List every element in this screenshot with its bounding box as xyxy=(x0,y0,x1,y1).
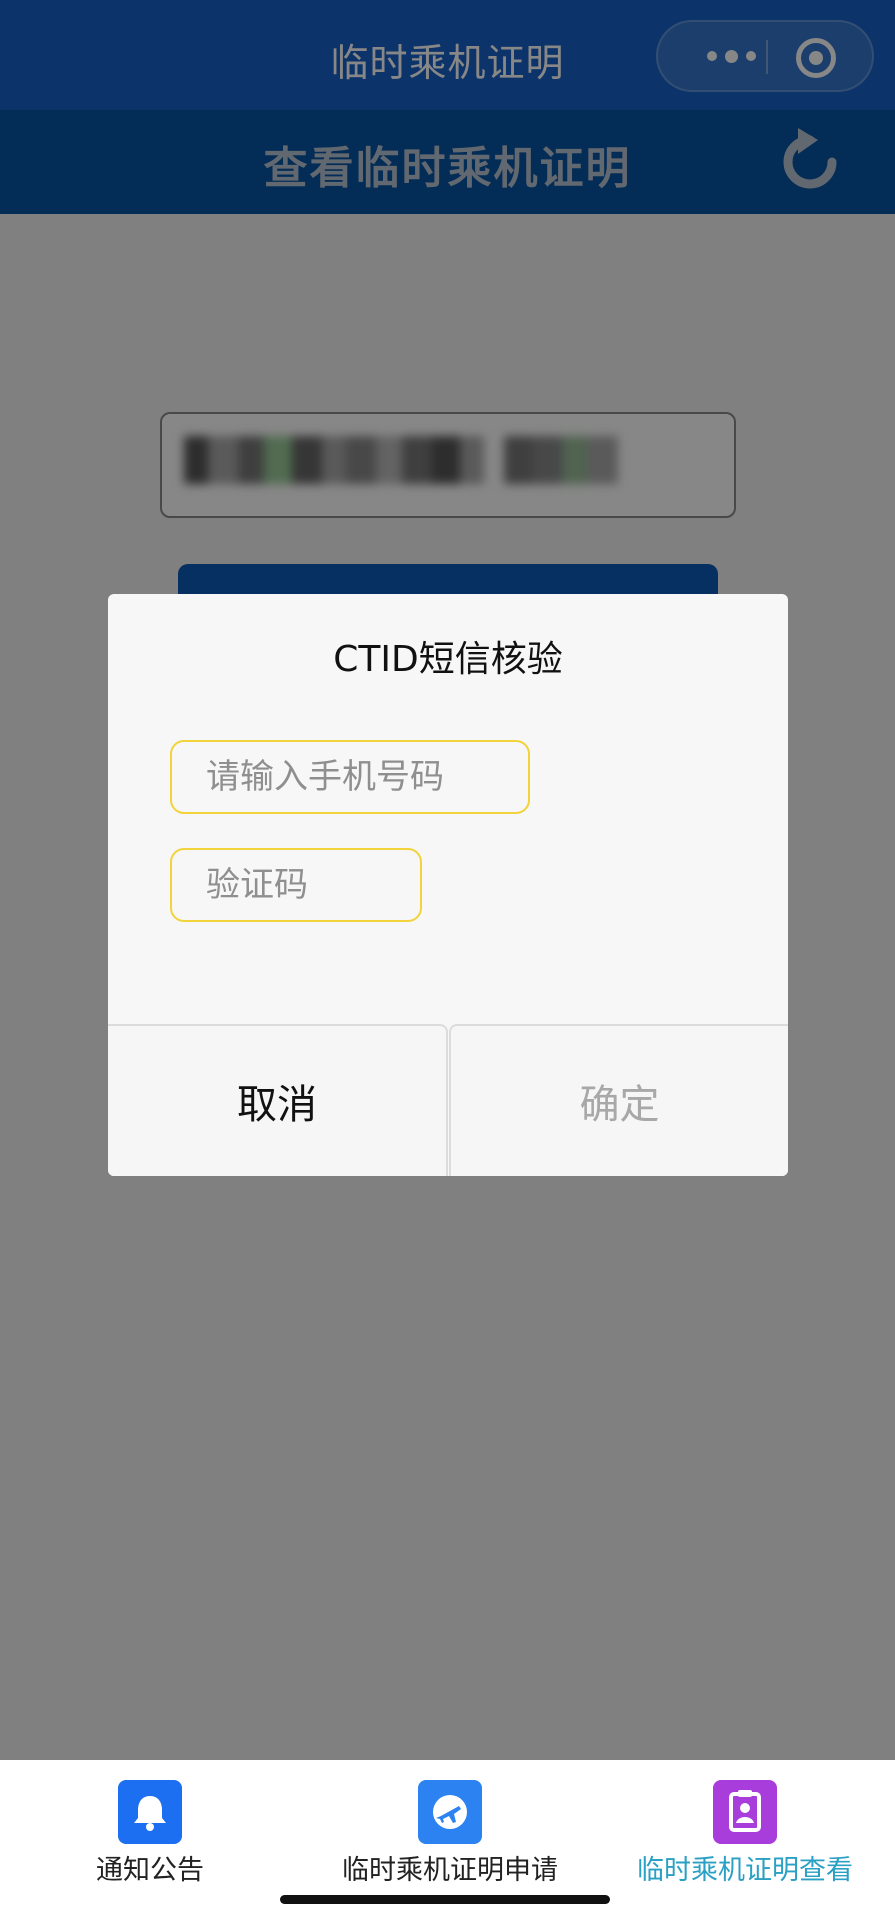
verification-code-input[interactable] xyxy=(170,848,422,922)
bell-icon xyxy=(118,1780,182,1844)
phone-input[interactable] xyxy=(170,740,530,814)
dialog-title: CTID短信核验 xyxy=(333,639,563,680)
certificate-icon xyxy=(713,1780,777,1844)
airplane-icon xyxy=(418,1780,482,1844)
tab-label: 通知公告 xyxy=(96,1855,204,1886)
sms-verification-dialog: CTID短信核验 取消 确定 xyxy=(108,594,788,1176)
home-indicator xyxy=(280,1895,610,1904)
tab-label: 临时乘机证明查看 xyxy=(637,1855,853,1886)
confirm-button[interactable]: 确定 xyxy=(449,1024,788,1176)
tab-label: 临时乘机证明申请 xyxy=(342,1855,558,1886)
tab-apply[interactable]: 临时乘机证明申请 xyxy=(330,1770,570,1886)
tab-view[interactable]: 临时乘机证明查看 xyxy=(630,1770,860,1886)
tab-notice[interactable]: 通知公告 xyxy=(80,1770,220,1886)
cancel-button[interactable]: 取消 xyxy=(108,1024,448,1176)
